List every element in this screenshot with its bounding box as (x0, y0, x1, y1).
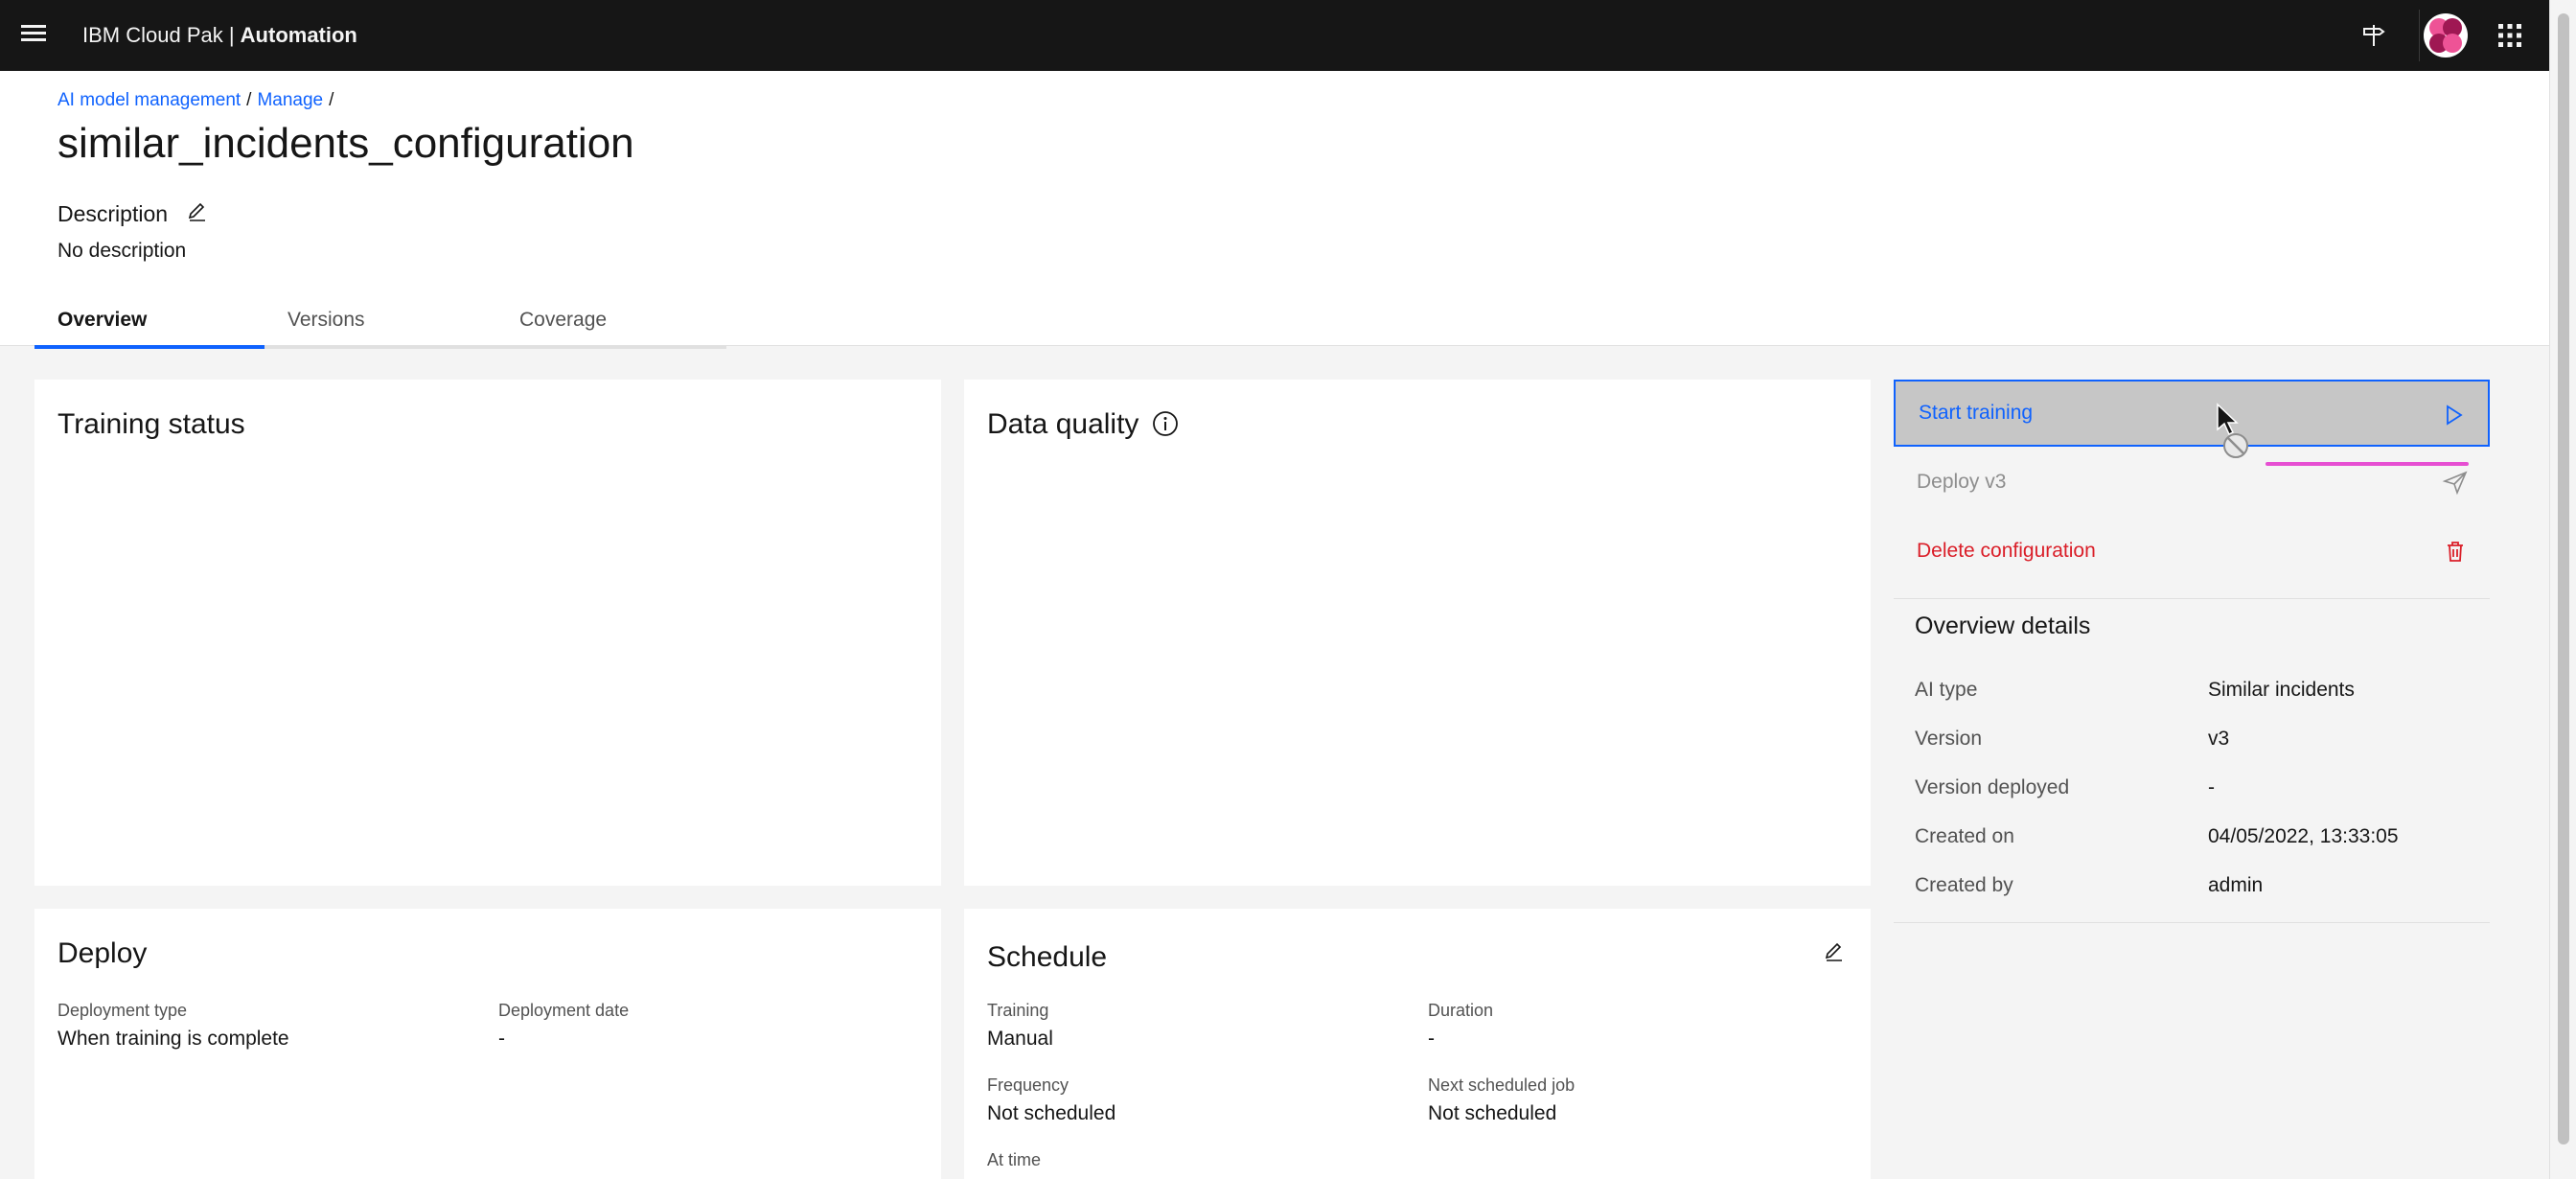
tab-overview[interactable]: Overview (34, 295, 264, 349)
created-on-label: Created on (1915, 825, 2014, 847)
app-switcher-icon[interactable] (2488, 13, 2532, 58)
avatar-icon[interactable] (2419, 10, 2472, 61)
delete-configuration-button[interactable]: Delete configuration (1894, 518, 2490, 585)
training-label: Training (987, 1001, 1049, 1020)
trash-icon (2448, 542, 2463, 562)
menu-icon[interactable] (21, 21, 48, 48)
data-quality-card: Data quality (964, 380, 1871, 886)
frequency-value: Not scheduled (987, 1102, 1116, 1124)
breadcrumb: AI model management / Manage / (58, 88, 339, 113)
drag-indicator (2266, 462, 2469, 466)
delete-configuration-label: Delete configuration (1917, 540, 2096, 562)
duration-label: Duration (1428, 1001, 1494, 1020)
send-icon (2442, 471, 2468, 496)
version-deployed-value: - (2208, 776, 2215, 798)
deployment-date-label: Deployment date (498, 1001, 630, 1020)
deploy-version-button[interactable]: Deploy v3 (1894, 449, 2490, 516)
schedule-card: Schedule Training Manual Duration - Freq… (964, 909, 1871, 1179)
tab-coverage[interactable]: Coverage (496, 295, 726, 345)
breadcrumb-ai-model-management[interactable]: AI model management (58, 90, 241, 110)
deployment-date-value: - (498, 1028, 505, 1050)
breadcrumb-manage[interactable]: Manage (257, 90, 323, 110)
data-quality-title: Data quality (987, 408, 1139, 440)
version-value: v3 (2208, 728, 2230, 750)
brand-prefix: IBM Cloud Pak | (82, 23, 241, 47)
edit-schedule-icon[interactable] (1823, 941, 1850, 968)
divider (1894, 922, 2490, 923)
page-header: AI model management / Manage / similar_inci… (0, 71, 2549, 349)
deploy-version-label: Deploy v3 (1917, 471, 2007, 493)
breadcrumb-separator: / (246, 90, 252, 110)
divider (1894, 598, 2490, 599)
ai-type-value: Similar incidents (2208, 679, 2355, 701)
ai-type-label: AI type (1915, 679, 1978, 701)
training-value: Manual (987, 1028, 1053, 1050)
description-text: No description (58, 240, 187, 262)
play-icon (2447, 405, 2463, 426)
scrollbar-thumb[interactable] (2558, 13, 2569, 1144)
page-title: similar_incidents_configuration (58, 120, 634, 167)
info-icon[interactable] (1152, 410, 1181, 439)
description-label: Description (58, 201, 169, 226)
next-scheduled-job-label: Next scheduled job (1428, 1075, 1576, 1095)
tab-list: Overview Versions Coverage (34, 295, 726, 349)
overview-details-title: Overview details (1915, 613, 2091, 639)
created-by-value: admin (2208, 874, 2264, 896)
edit-description-icon[interactable] (186, 201, 211, 226)
tab-versions[interactable]: Versions (264, 295, 494, 345)
training-status-title: Training status (58, 408, 245, 440)
deploy-title: Deploy (58, 937, 148, 969)
version-deployed-label: Version deployed (1915, 776, 2070, 798)
start-training-button[interactable]: Start training (1894, 380, 2490, 447)
top-header: IBM Cloud Pak | Automation (0, 0, 2549, 71)
next-scheduled-job-value: Not scheduled (1428, 1102, 1557, 1124)
frequency-label: Frequency (987, 1075, 1070, 1095)
created-on-value: 04/05/2022, 13:33:05 (2208, 825, 2399, 847)
schedule-title: Schedule (987, 941, 1108, 973)
signpost-icon[interactable] (2352, 13, 2396, 58)
duration-value: - (1428, 1028, 1435, 1050)
deployment-type-label: Deployment type (58, 1001, 188, 1020)
brand-product: Automation (240, 23, 357, 47)
at-time-label: At time (987, 1150, 1042, 1169)
created-by-label: Created by (1915, 874, 2013, 896)
training-status-card: Training status (34, 380, 941, 886)
deploy-card: Deploy Deployment type When training is … (34, 909, 941, 1179)
start-training-label: Start training (1919, 402, 2034, 424)
page-scrollbar[interactable] (2549, 0, 2576, 1179)
version-label: Version (1915, 728, 1983, 750)
product-name[interactable]: IBM Cloud Pak | Automation (82, 21, 357, 50)
deployment-type-value: When training is complete (58, 1028, 289, 1050)
breadcrumb-separator: / (329, 90, 334, 110)
